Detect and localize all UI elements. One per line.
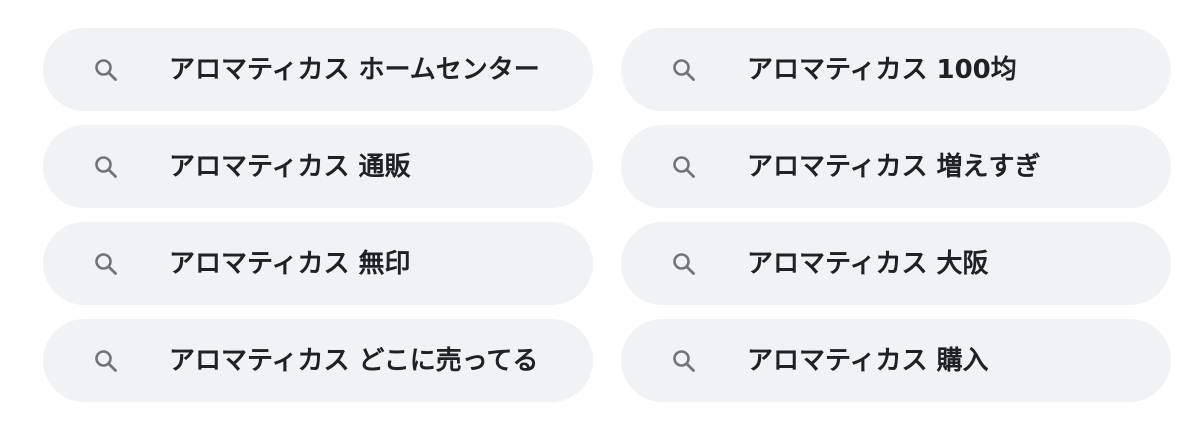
related-search-label: アロマティカス 無印 <box>169 248 411 279</box>
search-icon <box>671 154 697 180</box>
related-search-chip[interactable]: アロマティカス 購入 <box>621 319 1171 402</box>
related-search-label: アロマティカス 大阪 <box>747 248 989 279</box>
related-search-chip[interactable]: アロマティカス 100均 <box>621 28 1171 111</box>
search-icon <box>93 57 119 83</box>
related-search-label: アロマティカス 購入 <box>747 345 989 376</box>
search-icon <box>93 154 119 180</box>
related-search-chip[interactable]: アロマティカス 増えすぎ <box>621 125 1171 208</box>
search-icon <box>671 57 697 83</box>
related-search-chip[interactable]: アロマティカス どこに売ってる <box>43 319 593 402</box>
related-searches-grid: アロマティカス ホームセンター アロマティカス 100均 アロマティカス 通販 … <box>43 28 1171 402</box>
related-search-label: アロマティカス 100均 <box>747 54 1017 85</box>
related-search-label: アロマティカス 増えすぎ <box>747 151 1041 182</box>
related-search-chip[interactable]: アロマティカス ホームセンター <box>43 28 593 111</box>
search-icon <box>671 251 697 277</box>
search-icon <box>93 251 119 277</box>
search-icon <box>671 348 697 374</box>
related-search-label: アロマティカス 通販 <box>169 151 411 182</box>
related-search-chip[interactable]: アロマティカス 通販 <box>43 125 593 208</box>
related-search-label: アロマティカス ホームセンター <box>169 54 540 85</box>
related-search-label: アロマティカス どこに売ってる <box>169 345 539 376</box>
search-icon <box>93 348 119 374</box>
related-search-chip[interactable]: アロマティカス 無印 <box>43 222 593 305</box>
related-search-chip[interactable]: アロマティカス 大阪 <box>621 222 1171 305</box>
